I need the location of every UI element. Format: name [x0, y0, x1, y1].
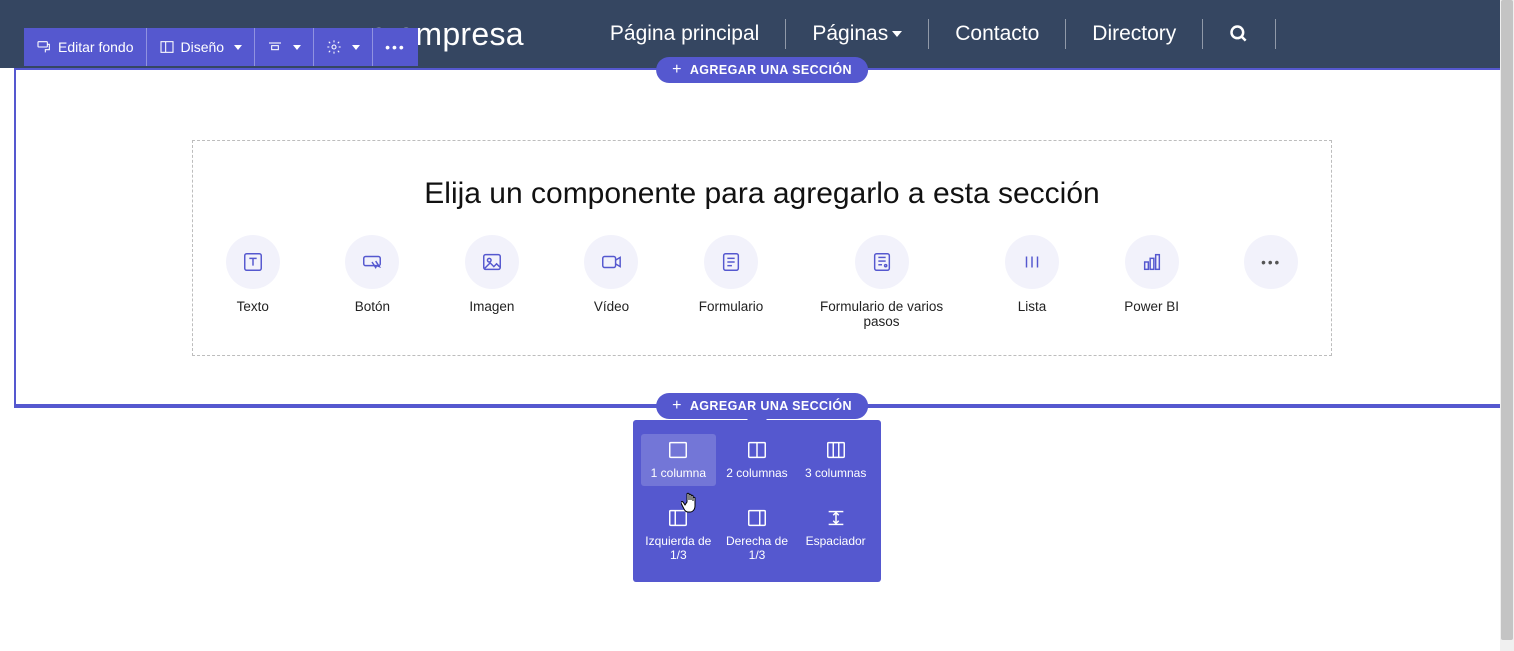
component-more[interactable]: ••• [1231, 235, 1311, 329]
plus-icon: + [672, 62, 682, 78]
layout-label: Espaciador [806, 534, 866, 548]
component-image[interactable]: Imagen [452, 235, 532, 329]
component-video-label: Vídeo [594, 299, 629, 314]
layout-popover: 1 columna 2 columnas 3 columnas Izquierd… [633, 420, 881, 582]
chart-icon [1141, 251, 1163, 273]
component-button[interactable]: Botón [333, 235, 413, 329]
nav-directory-label: Directory [1092, 22, 1176, 46]
video-icon [600, 251, 622, 273]
list-icon [1021, 251, 1043, 273]
layout-spacer[interactable]: Espaciador [798, 502, 873, 568]
component-multiform-label: Formulario de varios pasos [811, 299, 952, 329]
component-video[interactable]: Vídeo [572, 235, 652, 329]
layout-label: 1 columna [651, 466, 706, 480]
design-button[interactable]: Diseño [147, 28, 256, 66]
nav-pages[interactable]: Páginas [786, 19, 929, 49]
settings-button[interactable] [314, 28, 373, 66]
add-section-top-button[interactable]: + AGREGAR UNA SECCIÓN [656, 57, 868, 83]
layout-icon [159, 39, 175, 55]
add-section-label: AGREGAR UNA SECCIÓN [690, 399, 852, 413]
align-button[interactable] [255, 28, 314, 66]
chevron-down-icon [293, 45, 301, 50]
component-powerbi-label: Power BI [1124, 299, 1179, 314]
chevron-down-icon [892, 31, 902, 37]
edit-background-button[interactable]: Editar fondo [24, 28, 147, 66]
component-row: Texto Botón Imagen Vídeo Formulario Form [213, 235, 1311, 329]
layout-right-third[interactable]: Derecha de 1/3 [720, 502, 795, 568]
component-form-label: Formulario [699, 299, 764, 314]
align-icon [267, 39, 283, 55]
two-column-icon [746, 440, 768, 460]
text-icon [242, 251, 264, 273]
nav-links: Página principal Páginas Contacto Direct… [584, 19, 1276, 49]
vertical-scrollbar[interactable] [1500, 0, 1514, 651]
component-text-label: Texto [237, 299, 269, 314]
nav-contact-label: Contacto [955, 22, 1039, 46]
layout-left-third[interactable]: Izquierda de 1/3 [641, 502, 716, 568]
nav-pages-label: Páginas [812, 22, 888, 46]
component-powerbi[interactable]: Power BI [1112, 235, 1192, 329]
layout-1-column[interactable]: 1 columna [641, 434, 716, 486]
layout-label: 2 columnas [726, 466, 787, 480]
component-multiform[interactable]: Formulario de varios pasos [811, 235, 952, 329]
editor-canvas: + AGREGAR UNA SECCIÓN Elija un component… [14, 68, 1510, 406]
component-list-label: Lista [1018, 299, 1047, 314]
search-icon [1229, 24, 1249, 44]
form-icon [720, 251, 742, 273]
layout-label: Izquierda de 1/3 [643, 534, 714, 562]
right-third-icon [746, 508, 768, 528]
multiform-icon [871, 251, 893, 273]
nav-search[interactable] [1203, 19, 1276, 49]
layout-3-columns[interactable]: 3 columnas [798, 434, 873, 486]
nav-contact[interactable]: Contacto [929, 19, 1066, 49]
scrollbar-thumb[interactable] [1501, 0, 1513, 640]
layout-2-columns[interactable]: 2 columnas [720, 434, 795, 486]
layout-label: Derecha de 1/3 [722, 534, 793, 562]
chevron-down-icon [234, 45, 242, 50]
image-icon [481, 251, 503, 273]
edit-background-label: Editar fondo [58, 39, 134, 55]
left-third-icon [667, 508, 689, 528]
chevron-down-icon [352, 45, 360, 50]
component-picker: Elija un componente para agregarlo a est… [192, 140, 1332, 356]
component-more-label [1269, 299, 1273, 314]
add-section-label: AGREGAR UNA SECCIÓN [690, 63, 852, 77]
three-column-icon [825, 440, 847, 460]
section-divider: + AGREGAR UNA SECCIÓN [14, 406, 1510, 408]
gear-icon [326, 39, 342, 55]
nav-home-label: Página principal [610, 22, 759, 46]
component-button-label: Botón [355, 299, 390, 314]
layout-label: 3 columnas [805, 466, 866, 480]
ellipsis-icon: ••• [1261, 255, 1281, 270]
more-button[interactable]: ••• [373, 28, 418, 66]
component-form[interactable]: Formulario [691, 235, 771, 329]
paint-icon [36, 39, 52, 55]
one-column-icon [667, 440, 689, 460]
nav-directory[interactable]: Directory [1066, 19, 1203, 49]
component-image-label: Imagen [469, 299, 514, 314]
component-list[interactable]: Lista [992, 235, 1072, 329]
spacer-icon [825, 508, 847, 528]
button-icon [361, 251, 383, 273]
plus-icon: + [672, 398, 682, 414]
editor-toolbar: Editar fondo Diseño ••• [24, 28, 418, 66]
component-picker-title: Elija un componente para agregarlo a est… [213, 177, 1311, 211]
component-text[interactable]: Texto [213, 235, 293, 329]
ellipsis-icon: ••• [385, 39, 406, 55]
nav-home[interactable]: Página principal [584, 19, 786, 49]
design-label: Diseño [181, 39, 225, 55]
